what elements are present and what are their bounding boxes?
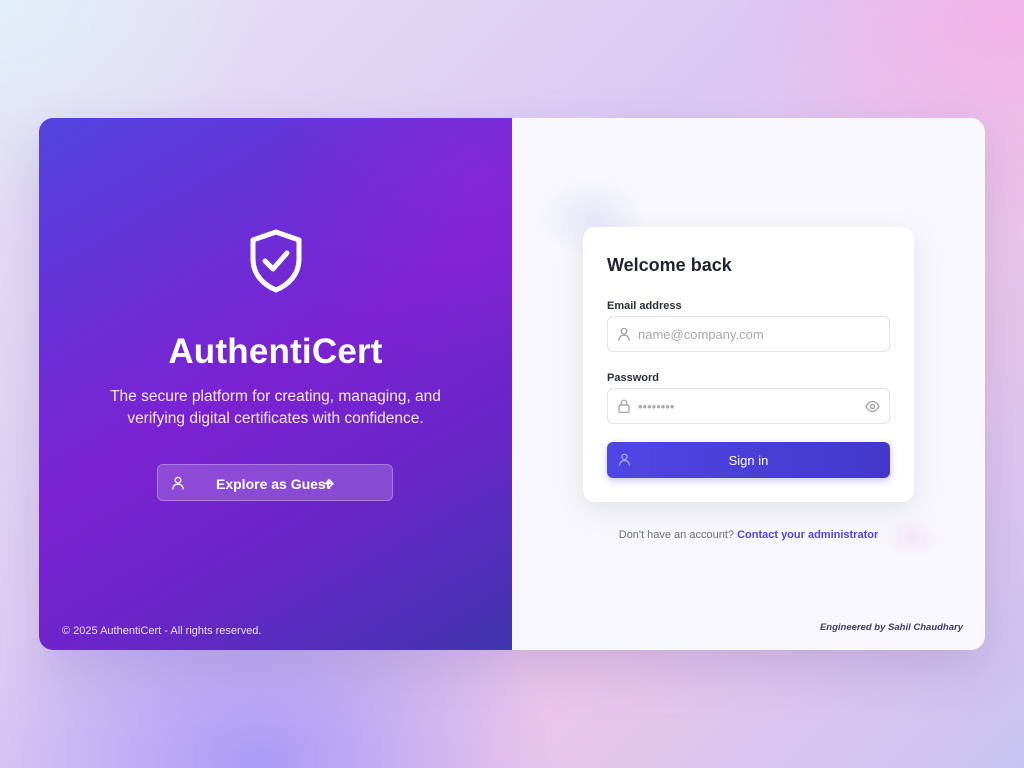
login-title: Welcome back [607, 255, 732, 275]
eye-icon[interactable] [865, 400, 880, 413]
password-input[interactable] [638, 389, 858, 423]
brand-tagline: The secure platform for creating, managi… [110, 388, 441, 427]
no-account-prompt: Don't have an account? Contact your admi… [512, 529, 985, 541]
email-label: Email address [607, 300, 682, 312]
sign-in-label: Sign in [728, 453, 769, 468]
password-label: Password [607, 372, 659, 384]
sign-in-button[interactable]: Sign in [607, 442, 890, 478]
engineered-by-credit: Engineered by Sahil Chaudhary [819, 622, 963, 633]
login-form: Welcome back Email address Password [583, 227, 914, 502]
brand-name: AuthentiCert [168, 332, 383, 371]
copyright-text: © 2025 AuthentiCert - All rights reserve… [62, 625, 262, 637]
lock-icon [618, 399, 630, 413]
shield-check-icon [250, 229, 302, 293]
no-account-text: Don't have an account? [618, 529, 734, 541]
user-icon [618, 327, 630, 341]
explore-as-guest-button[interactable]: Explore as Guest [157, 464, 393, 501]
auth-card: AuthentiCert The secure platform for cre… [39, 118, 985, 650]
brand-panel: AuthentiCert The secure platform for cre… [39, 118, 512, 650]
contact-administrator-link[interactable]: Contact your administrator [737, 529, 878, 541]
explore-as-guest-label: Explore as Guest [216, 476, 331, 492]
email-field-wrapper [607, 316, 890, 352]
login-panel: Welcome back Email address Password [512, 118, 985, 650]
arrow-right-icon [322, 478, 334, 489]
email-input[interactable] [638, 317, 858, 351]
password-field-wrapper [607, 388, 890, 424]
user-icon [172, 476, 184, 490]
